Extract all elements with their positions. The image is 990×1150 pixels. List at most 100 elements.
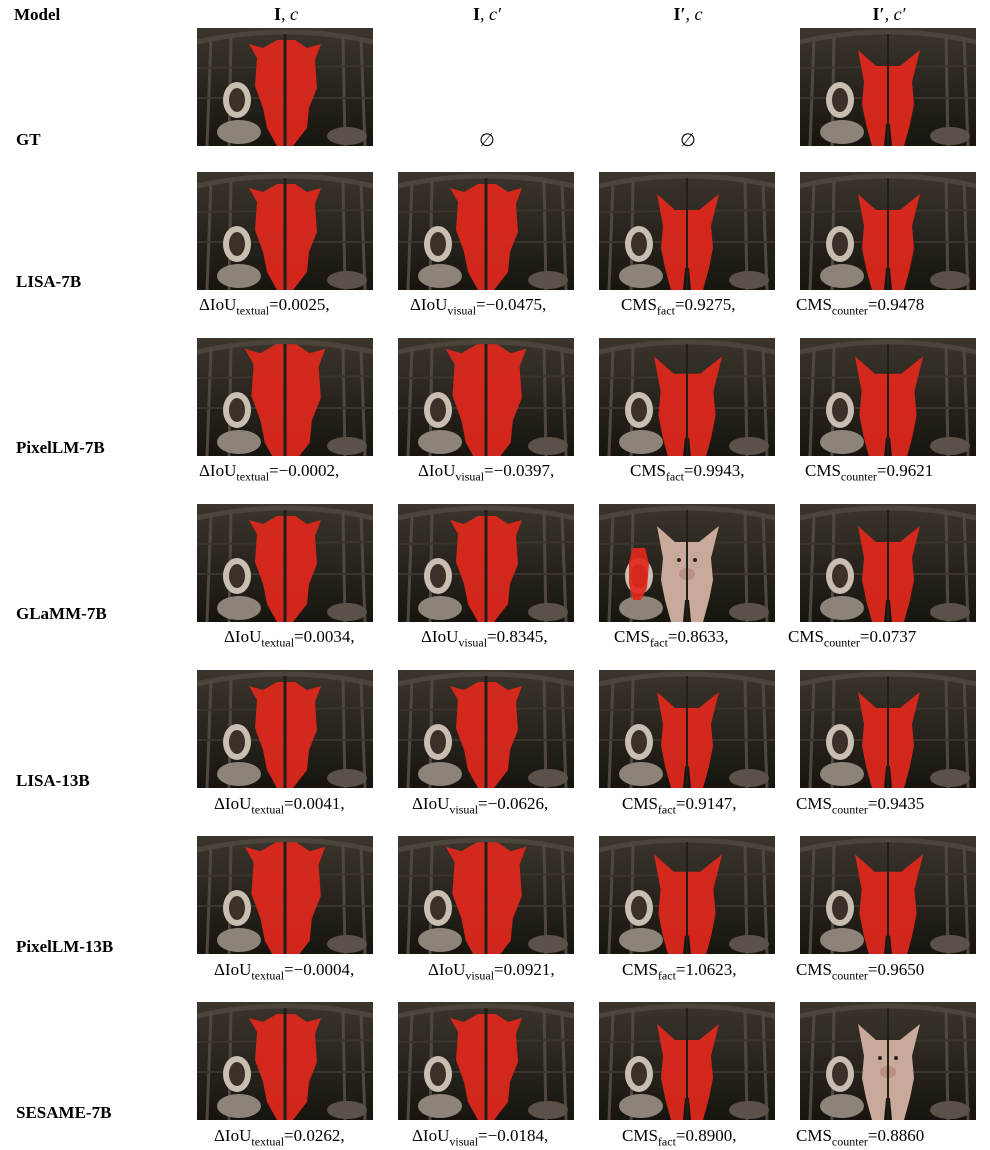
metric-value: =0.9943, [683,461,745,480]
metric-subscript: textual [236,303,270,318]
metric-name: CMS [788,627,824,646]
metric-subscript: visual [458,635,488,650]
metric-value: =0.8345, [487,627,548,646]
metric-name: CMS [614,627,650,646]
metric-value: =0.0921, [494,960,555,979]
metric-delta-iou: ΔIoUvisual=−0.0184, [412,1126,548,1149]
metric-subscript: counter [831,802,868,817]
metric-value: =0.0034, [294,627,355,646]
segmentation-result-image [398,338,574,456]
metric-delta-iou: ΔIoUtextual=0.0262, [214,1126,345,1149]
metric-delta-iou: ΔIoUvisual=0.8345, [421,627,548,650]
metric-value: =0.0025, [269,295,330,314]
metric-delta-iou: ΔIoUtextual=−0.0004, [214,960,354,983]
segmentation-result-image [197,338,373,456]
metric-value: =0.9435 [867,794,925,813]
metric-subscript: counter [840,469,877,484]
row-label-gt: GT [16,130,41,149]
metric-value: =0.0737 [859,627,917,646]
metric-delta-iou: ΔIoUtextual=−0.0002, [199,461,339,484]
metric-value: =1.0623, [675,960,737,979]
metric-name: ΔIoU [412,1126,450,1145]
metric-subscript: visual [455,469,485,484]
metric-name: CMS [796,794,832,813]
metric-delta-iou: ΔIoUvisual=−0.0626, [412,794,548,817]
metric-cms: CMScounter=0.9435 [796,794,924,817]
segmentation-result-image [398,670,574,788]
metric-name: CMS [796,960,832,979]
metric-cms: CMScounter=0.9650 [796,960,924,983]
metric-delta-iou: ΔIoUvisual=−0.0475, [410,295,546,318]
segmentation-result-image [599,172,775,290]
metric-value: =−0.0184, [478,1126,549,1145]
metric-cms: CMSfact=0.9275, [621,295,736,318]
metric-name: ΔIoU [214,1126,252,1145]
metric-name: ΔIoU [199,295,237,314]
segmentation-result-image [800,504,976,622]
metric-subscript: textual [261,635,295,650]
metric-cms: CMSfact=1.0623, [622,960,737,983]
metric-delta-iou: ΔIoUtextual=0.0025, [199,295,330,318]
segmentation-result-image [398,1002,574,1120]
metric-value: =−0.0004, [284,960,355,979]
metric-name: ΔIoU [199,461,237,480]
row-label-model: GLaMM-7B [16,604,107,623]
metric-name: CMS [630,461,666,480]
metric-subscript: visual [449,1134,479,1149]
segmentation-result-image [398,504,574,622]
metric-name: CMS [805,461,841,480]
metric-name: ΔIoU [412,794,450,813]
metric-subscript: visual [447,303,477,318]
metric-name: ΔIoU [418,461,456,480]
metric-value: =0.0262, [284,1126,345,1145]
metric-cms: CMScounter=0.0737 [788,627,916,650]
metric-value: =0.9650 [867,960,925,979]
row-label-model: LISA-7B [16,272,82,291]
segmentation-result-image [197,172,373,290]
column-header-I-cprime: I, c′ [473,4,501,24]
metric-cms: CMSfact=0.9943, [630,461,745,484]
segmentation-result-image [197,1002,373,1120]
metric-name: CMS [622,960,658,979]
metric-name: CMS [621,295,657,314]
gt-cow-mask-image [197,28,373,146]
segmentation-result-image [599,338,775,456]
metric-name: ΔIoU [421,627,459,646]
metric-value: =0.9275, [674,295,736,314]
metric-value: =−0.0475, [476,295,547,314]
metric-value: =0.9478 [867,295,925,314]
metric-subscript: textual [236,469,270,484]
row-label-model: PixelLM-13B [16,937,114,956]
metric-subscript: counter [831,303,868,318]
segmentation-result-image [800,172,976,290]
segmentation-result-image [599,836,775,954]
metric-cms: CMSfact=0.9147, [622,794,737,817]
segmentation-result-image [599,1002,775,1120]
column-header-Iprime-c: I′, c [673,4,703,24]
metric-value: =0.8860 [867,1126,925,1145]
empty-set-symbol: ∅ [479,130,495,150]
metric-name: CMS [796,1126,832,1145]
metric-delta-iou: ΔIoUvisual=0.0921, [428,960,555,983]
metric-subscript: fact [649,635,668,650]
segmentation-result-image [197,670,373,788]
metric-value: =−0.0626, [478,794,549,813]
segmentation-result-image [800,338,976,456]
metric-name: CMS [796,295,832,314]
metric-delta-iou: ΔIoUvisual=−0.0397, [418,461,554,484]
metric-name: ΔIoU [410,295,448,314]
metric-subscript: counter [823,635,860,650]
metric-delta-iou: ΔIoUtextual=0.0041, [214,794,345,817]
metric-value: =−0.0002, [269,461,340,480]
metric-subscript: fact [657,968,676,983]
metric-delta-iou: ΔIoUtextual=0.0034, [224,627,355,650]
metric-value: =0.9147, [675,794,737,813]
empty-set-symbol: ∅ [680,130,696,150]
segmentation-result-image [599,504,775,622]
column-header-I-c: I, c [273,4,298,24]
metric-value: =0.0041, [284,794,345,813]
metric-value: =−0.0397, [484,461,555,480]
segmentation-result-image [800,836,976,954]
segmentation-result-image [800,1002,976,1120]
metric-name: CMS [622,794,658,813]
